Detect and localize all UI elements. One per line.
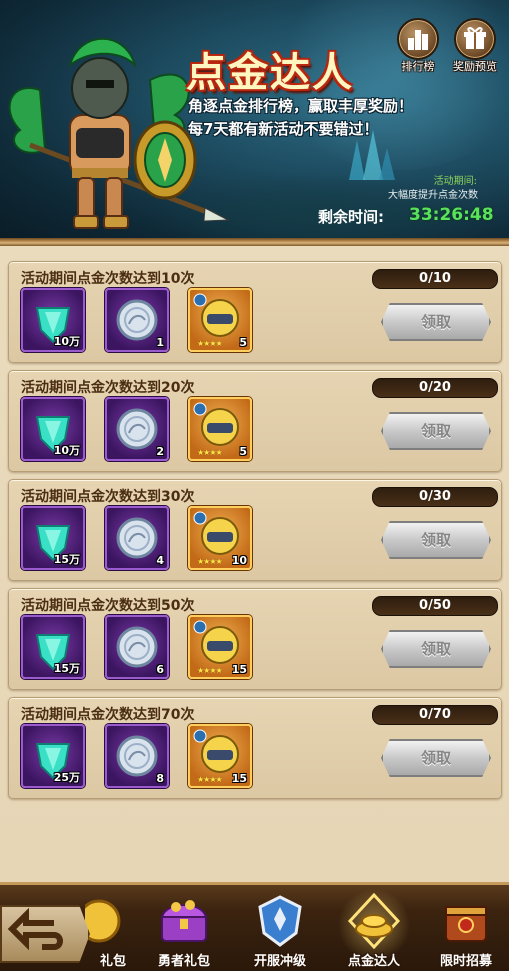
nav-item-gold-master[interactable]: 点金达人: [337, 885, 411, 971]
event-title: 点金达人: [186, 50, 354, 96]
nav-item-label: 勇者礼包: [157, 954, 210, 969]
hero-stars: ★★★★: [197, 339, 223, 348]
task-list[interactable]: 活动期间点金次数达到10次 0/10 10万 1 ★★★★ 5 领取 活动期间点…: [0, 246, 509, 882]
reward-item-hero[interactable]: ★★★★ 5: [188, 288, 252, 352]
task-card: 活动期间点金次数达到20次 0/20 10万 2 ★★★★ 5 领取: [8, 370, 502, 472]
reward-qty: 15: [231, 772, 247, 785]
event-period-description: 大幅度提升点金次数: [388, 190, 478, 201]
nav-item-label: 点金达人: [347, 954, 400, 969]
task-title: 活动期间点金次数达到30次: [21, 489, 195, 505]
treasure-chest-icon: [160, 900, 208, 942]
claim-button[interactable]: 领取: [381, 412, 491, 450]
task-card: 活动期间点金次数达到10次 0/10 10万 1 ★★★★ 5 领取: [8, 261, 502, 363]
reward-qty: 15万: [53, 662, 80, 675]
nav-item-hero-pack[interactable]: 勇者礼包: [148, 885, 220, 971]
reward-qty: 10万: [53, 335, 80, 348]
hero-stars: ★★★★: [197, 666, 223, 675]
recruit-chest-icon: [445, 906, 487, 942]
task-progress: 0/50: [372, 596, 498, 616]
reward-item-gem[interactable]: 25万: [21, 724, 85, 788]
back-arrow-icon: [7, 907, 63, 951]
remaining-time-label: 剩余时间:: [318, 208, 384, 226]
reward-qty: 10: [231, 554, 247, 567]
reward-item-hero[interactable]: ★★★★ 15: [188, 724, 252, 788]
remaining-time-value: 33:26:48: [409, 205, 494, 225]
claim-button[interactable]: 领取: [381, 303, 491, 341]
task-progress: 0/20: [372, 378, 498, 398]
task-title: 活动期间点金次数达到10次: [21, 271, 195, 287]
reward-qty: 8: [156, 772, 164, 785]
leaderboard-icon: [397, 18, 439, 60]
task-card: 活动期间点金次数达到50次 0/50 15万 6 ★★★★ 15 领取: [8, 588, 502, 690]
reward-item-coin[interactable]: 1: [105, 288, 169, 352]
task-title: 活动期间点金次数达到20次: [21, 380, 195, 396]
reward-item-coin[interactable]: 2: [105, 397, 169, 461]
reward-qty: 10万: [53, 444, 80, 457]
reward-qty: 5: [239, 445, 247, 458]
event-description-line1: 角逐点金排行榜，赢取丰厚奖励！: [188, 97, 414, 115]
reward-item-coin[interactable]: 6: [105, 615, 169, 679]
reward-preview-button[interactable]: 奖励预览: [450, 18, 500, 74]
reward-qty: 15万: [53, 553, 80, 566]
reward-item-coin[interactable]: 8: [105, 724, 169, 788]
reward-item-gem[interactable]: 15万: [21, 506, 85, 570]
nav-item-label: 礼包: [99, 954, 126, 969]
nav-item-server-levelup[interactable]: 开服冲级: [244, 885, 316, 971]
reward-item-hero[interactable]: ★★★★ 15: [188, 615, 252, 679]
task-card: 活动期间点金次数达到30次 0/30 15万 4 ★★★★ 10 领取: [8, 479, 502, 581]
reward-qty: 4: [156, 554, 164, 567]
reward-qty: 6: [156, 663, 164, 676]
reward-item-gem[interactable]: 10万: [21, 397, 85, 461]
nav-item-limited-recruit[interactable]: 限时招募: [430, 885, 502, 971]
reward-item-gem[interactable]: 10万: [21, 288, 85, 352]
hero-stars: ★★★★: [197, 557, 223, 566]
claim-button[interactable]: 领取: [381, 521, 491, 559]
event-description-line2: 每7天都有新活动不要错过！: [188, 120, 379, 138]
reward-qty: 15: [231, 663, 247, 676]
nav-item-label: 限时招募: [439, 954, 492, 969]
reward-item-hero[interactable]: ★★★★ 10: [188, 506, 252, 570]
task-title: 活动期间点金次数达到70次: [21, 707, 195, 723]
nav-item-label: 开服冲级: [253, 954, 306, 969]
reward-qty: 25万: [53, 771, 80, 784]
reward-qty: 5: [239, 336, 247, 349]
task-progress: 0/10: [372, 269, 498, 289]
task-title: 活动期间点金次数达到50次: [21, 598, 195, 614]
hero-stars: ★★★★: [197, 448, 223, 457]
task-progress: 0/70: [372, 705, 498, 725]
reward-qty: 1: [156, 336, 164, 349]
leaderboard-button[interactable]: 排行榜: [393, 18, 443, 74]
hero-stars: ★★★★: [197, 775, 223, 784]
banner-divider: [0, 238, 509, 246]
event-banner: 点金达人 角逐点金排行榜，赢取丰厚奖励！ 每7天都有新活动不要错过！ 排行榜 奖…: [0, 0, 509, 240]
claim-button[interactable]: 领取: [381, 630, 491, 668]
reward-item-gem[interactable]: 15万: [21, 615, 85, 679]
task-card: 活动期间点金次数达到70次 0/70 25万 8 ★★★★ 15 领取: [8, 697, 502, 799]
reward-item-coin[interactable]: 4: [105, 506, 169, 570]
gold-pile-icon: [347, 893, 401, 949]
event-period-label: 活动期间:: [433, 176, 477, 187]
reward-qty: 2: [156, 445, 164, 458]
reward-item-hero[interactable]: ★★★★ 5: [188, 397, 252, 461]
level-up-shield-icon: [258, 895, 302, 947]
back-button[interactable]: [0, 905, 90, 963]
gift-box-icon: [454, 18, 496, 60]
claim-button[interactable]: 领取: [381, 739, 491, 777]
gift-coin-icon: [85, 899, 121, 943]
nav-item-gift[interactable]: 礼包: [85, 885, 136, 971]
task-progress: 0/30: [372, 487, 498, 507]
